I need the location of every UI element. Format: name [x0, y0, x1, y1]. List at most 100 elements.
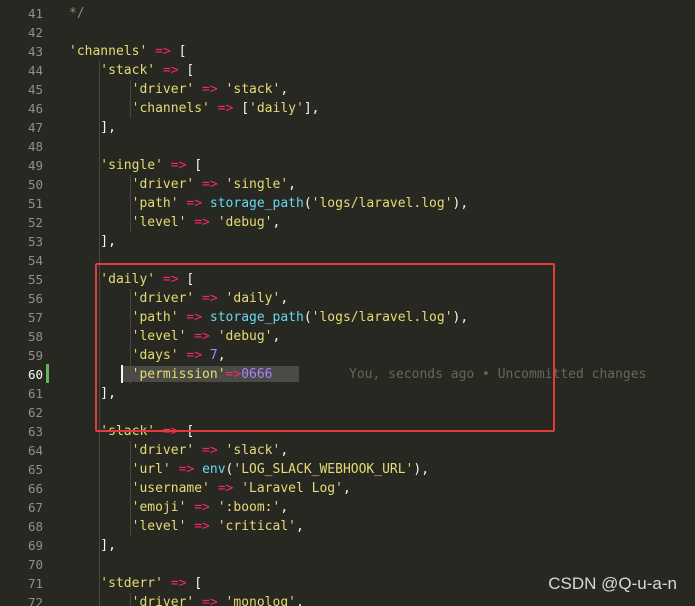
- code-token: =>: [209, 481, 242, 496]
- line-number: 49: [27, 158, 43, 173]
- code-text[interactable]: 'stderr' => [: [69, 574, 202, 593]
- code-line[interactable]: 67 'emoji' => ':boom:',: [0, 498, 695, 517]
- code-token: [: [241, 101, 250, 116]
- code-token: =>: [186, 500, 218, 515]
- code-text[interactable]: 'path' => storage_path('logs/laravel.log…: [69, 194, 469, 213]
- line-number: 72: [27, 595, 43, 606]
- code-text[interactable]: 'level' => 'debug',: [69, 213, 281, 232]
- code-line[interactable]: 66 'username' => 'Laravel Log',: [0, 479, 695, 498]
- code-line[interactable]: 69 ],: [0, 536, 695, 555]
- code-text[interactable]: 'url' => env('LOG_SLACK_WEBHOOK_URL'),: [69, 460, 429, 479]
- code-token: =>: [194, 595, 226, 606]
- code-token: =>: [186, 519, 218, 534]
- code-line[interactable]: 45 'driver' => 'stack',: [0, 80, 695, 99]
- code-token: 'single': [69, 158, 163, 173]
- code-token: 'emoji': [69, 500, 187, 515]
- line-number: 43: [27, 44, 43, 59]
- code-line[interactable]: 72 'driver' => 'monolog',: [0, 593, 695, 606]
- code-token: ,: [280, 500, 289, 515]
- code-token: =>: [186, 215, 218, 230]
- code-text[interactable]: 'single' => [: [69, 156, 202, 175]
- code-text[interactable]: 'channels' => [: [69, 42, 186, 61]
- line-number: 65: [27, 462, 43, 477]
- code-token: =>: [209, 101, 242, 116]
- code-token: ],: [69, 538, 116, 553]
- code-token: 'path': [69, 196, 179, 211]
- line-number: 63: [27, 424, 43, 439]
- line-number: 66: [27, 481, 43, 496]
- code-line[interactable]: 65 'url' => env('LOG_SLACK_WEBHOOK_URL')…: [0, 460, 695, 479]
- line-number: 67: [27, 500, 43, 515]
- line-number: 69: [27, 538, 43, 553]
- code-text[interactable]: 'username' => 'Laravel Log',: [69, 479, 351, 498]
- code-line[interactable]: 70: [0, 555, 695, 574]
- code-text[interactable]: ],: [69, 118, 116, 137]
- code-line[interactable]: 43 'channels' => [: [0, 42, 695, 61]
- line-number: 62: [27, 405, 43, 420]
- code-text[interactable]: 'emoji' => ':boom:',: [69, 498, 289, 517]
- code-line[interactable]: 49 'single' => [: [0, 156, 695, 175]
- line-number: 50: [27, 177, 43, 192]
- code-line[interactable]: 64 'driver' => 'slack',: [0, 441, 695, 460]
- code-editor[interactable]: 41 */42 43'channels' => [44 'stack' => [45…: [0, 0, 695, 606]
- code-line[interactable]: 48: [0, 137, 695, 156]
- code-token: 'url': [69, 462, 171, 477]
- line-number: 64: [27, 443, 43, 458]
- code-token: ],: [69, 120, 116, 135]
- code-line[interactable]: 50 'driver' => 'single',: [0, 175, 695, 194]
- code-token: 'level': [69, 519, 187, 534]
- code-token: 'monolog': [225, 595, 296, 606]
- code-token: ':boom:': [217, 500, 281, 515]
- code-text[interactable]: 'driver' => 'stack',: [69, 80, 289, 99]
- code-token: ],: [69, 234, 116, 249]
- code-token: storage_path: [209, 196, 304, 211]
- code-line[interactable]: 53 ],: [0, 232, 695, 251]
- line-number: 59: [27, 348, 43, 363]
- code-token: 'stack': [69, 63, 156, 78]
- line-number: 68: [27, 519, 43, 534]
- line-number: 47: [27, 120, 43, 135]
- code-token: 'driver': [69, 177, 195, 192]
- code-text[interactable]: 'driver' => 'monolog',: [69, 593, 304, 606]
- code-token: 'single': [225, 177, 289, 192]
- code-token: ,: [288, 177, 296, 192]
- code-text[interactable]: */: [69, 4, 85, 23]
- code-token: 'logs/laravel.log': [311, 196, 453, 211]
- code-text[interactable]: 'driver' => 'single',: [69, 175, 296, 194]
- code-token: ),: [413, 462, 430, 477]
- code-text[interactable]: 'level' => 'critical',: [69, 517, 304, 536]
- code-line[interactable]: 52 'level' => 'debug',: [0, 213, 695, 232]
- line-number: 46: [27, 101, 43, 116]
- line-number: 48: [27, 139, 43, 154]
- line-number: 52: [27, 215, 43, 230]
- code-text[interactable]: ],: [69, 232, 116, 251]
- code-token: 'debug': [217, 215, 273, 230]
- code-text[interactable]: ],: [69, 536, 116, 555]
- code-token: ,: [272, 215, 281, 230]
- code-line[interactable]: 46 'channels' => ['daily'],: [0, 99, 695, 118]
- code-token: ,: [280, 443, 289, 458]
- code-token: 'Laravel Log': [241, 481, 343, 496]
- code-text[interactable]: 'stack' => [: [69, 61, 194, 80]
- code-token: =>: [194, 443, 226, 458]
- code-token: ,: [296, 519, 304, 534]
- code-line[interactable]: 47 ],: [0, 118, 695, 137]
- code-token: [: [194, 576, 203, 591]
- code-token: ,: [280, 82, 289, 97]
- code-token: 'stderr': [69, 576, 163, 591]
- watermark: CSDN @Q-u-a-n: [548, 574, 677, 593]
- code-token: =>: [147, 44, 179, 59]
- code-line[interactable]: 41 */: [0, 4, 695, 23]
- code-text[interactable]: 'channels' => ['daily'],: [69, 99, 320, 118]
- code-token: 'critical': [217, 519, 296, 534]
- code-line[interactable]: 42: [0, 23, 695, 42]
- code-token: =>: [162, 576, 195, 591]
- code-line[interactable]: 44 'stack' => [: [0, 61, 695, 80]
- code-line[interactable]: 51 'path' => storage_path('logs/laravel.…: [0, 194, 695, 213]
- code-token: [: [178, 44, 187, 59]
- line-number: 44: [27, 63, 43, 78]
- code-token: =>: [162, 158, 195, 173]
- code-token: 'LOG_SLACK_WEBHOOK_URL': [233, 462, 414, 477]
- code-line[interactable]: 68 'level' => 'critical',: [0, 517, 695, 536]
- code-text[interactable]: 'driver' => 'slack',: [69, 441, 289, 460]
